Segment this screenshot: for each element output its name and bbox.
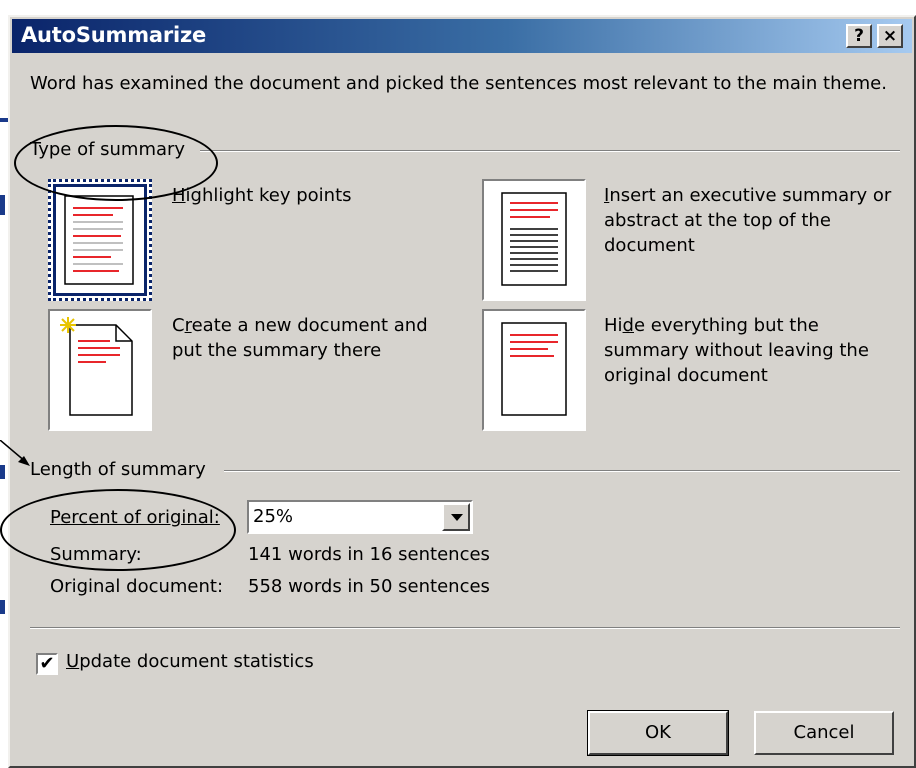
new-document-option[interactable] [48,309,152,431]
hide-everything-option[interactable] [482,309,586,431]
annotation-ellipse [0,489,236,571]
label-text: pdate document statistics [79,651,314,672]
mnemonic: U [66,651,80,672]
mnemonic: d [622,315,634,336]
executive-summary-label[interactable]: Insert an executive summary or abstract … [604,183,894,258]
update-statistics-label[interactable]: Update document statistics [66,651,314,672]
option-text: ighlight key points [185,185,352,206]
hide-doc-icon [501,322,567,416]
annotation-ellipse [14,125,218,201]
group-divider [200,150,900,152]
cancel-button[interactable]: Cancel [754,711,894,755]
help-button[interactable]: ? [846,24,872,48]
option-text: nsert an executive summary or abstract a… [604,185,892,256]
option-text: e everything but the summary without lea… [604,315,869,386]
group-divider [30,627,900,629]
new-document-label[interactable]: Create a new document and put the summar… [172,313,462,363]
background-fragment-mark [0,195,5,215]
close-icon: × [882,26,898,46]
percent-of-original-select[interactable]: 25% [247,500,473,534]
percent-value: 25% [253,506,294,527]
title-bar: AutoSummarize ? × [12,19,912,53]
executive-summary-option[interactable] [482,179,586,301]
hide-everything-label[interactable]: Hide everything but the summary without … [604,313,894,388]
close-button[interactable]: × [877,24,903,48]
summary-stat-value: 141 words in 16 sentences [248,544,490,565]
original-stat-label: Original document: [50,576,224,597]
length-of-summary-label: Length of summary [30,459,212,480]
annotation-arrow [0,440,30,466]
new-doc-icon [60,317,133,416]
option-text: Hi [604,315,623,336]
executive-summary-doc-icon [501,192,567,286]
chevron-down-icon[interactable] [442,503,470,531]
help-icon: ? [854,26,864,46]
ok-button[interactable]: OK [587,710,729,756]
option-text: C [172,315,185,336]
highlight-key-points-label[interactable]: Highlight key points [172,183,432,208]
option-text: eate a new document and put the summary … [172,315,428,361]
background-fragment-mark [0,600,5,614]
background-fragment-mark [0,118,8,122]
mnemonic: r [184,315,192,336]
update-statistics-checkbox[interactable]: ✔ [36,653,58,675]
group-divider [224,470,900,472]
original-stat-value: 558 words in 50 sentences [248,576,490,597]
autosummarize-dialog: AutoSummarize ? × Word has examined the … [0,15,916,768]
checkmark-icon: ✔ [39,653,55,674]
intro-text: Word has examined the document and picke… [30,73,887,94]
dialog-title: AutoSummarize [21,23,207,47]
